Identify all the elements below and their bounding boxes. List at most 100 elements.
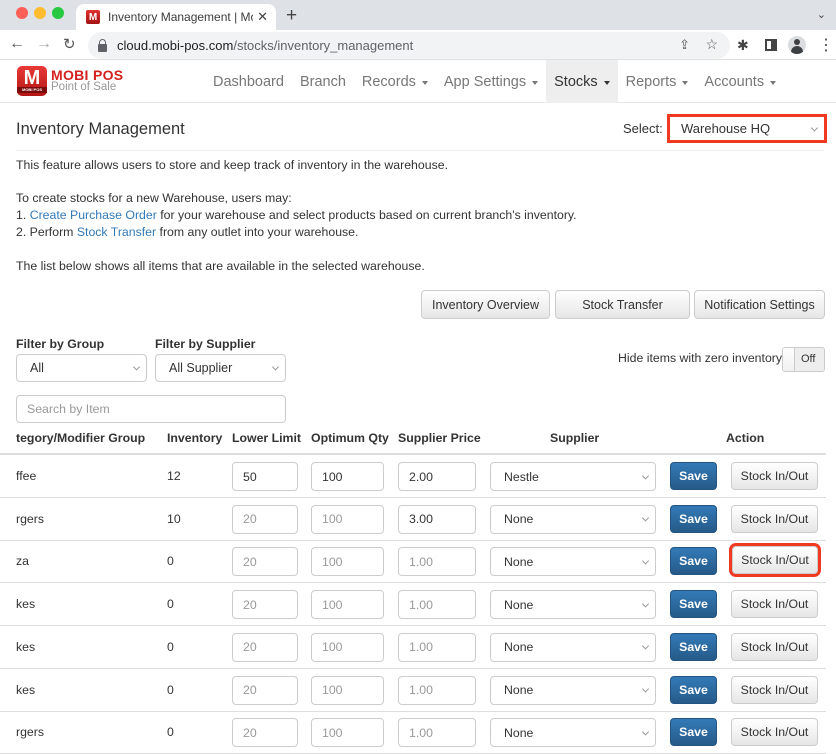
back-arrow-icon[interactable]: ← (9, 35, 25, 53)
supplier-select[interactable]: None (490, 590, 656, 620)
save-button[interactable]: Save (670, 590, 717, 619)
nav-reports[interactable]: Reports (618, 60, 697, 103)
chevron-down-icon (271, 363, 280, 371)
save-button[interactable]: Save (670, 632, 717, 661)
window-close-button[interactable] (16, 7, 28, 19)
description-line-2: To create stocks for a new Warehouse, us… (16, 191, 292, 205)
supplier-select[interactable]: Nestle (490, 462, 656, 491)
stock-transfer-link[interactable]: Stock Transfer (77, 225, 156, 239)
save-button[interactable]: Save (670, 675, 717, 704)
browser-tab[interactable]: M Inventory Management | MobiPOS ✕ (76, 4, 276, 30)
nav-accounts[interactable]: Accounts (696, 60, 784, 103)
nav-stocks[interactable]: Stocks (546, 60, 618, 103)
table-row: kes 0 None Save Stock In/Out (0, 583, 826, 627)
notification-settings-button[interactable]: Notification Settings (694, 290, 825, 319)
table-row: kes 0 None Save Stock In/Out (0, 626, 826, 669)
nav-branch[interactable]: Branch (292, 60, 354, 103)
chevron-down-icon (641, 728, 650, 736)
save-button[interactable]: Save (670, 718, 717, 747)
table-row: za 0 None Save Stock In/Out (0, 540, 826, 584)
browser-toolbar: ← → ↻ cloud.mobi-pos.com/stocks/inventor… (0, 30, 836, 60)
stock-in-out-button[interactable]: Stock In/Out (729, 543, 821, 578)
window-minimize-button[interactable] (34, 7, 46, 19)
optimum-qty-input[interactable] (311, 504, 384, 534)
toggle-knob (783, 348, 795, 371)
supplier-select[interactable]: None (490, 632, 656, 662)
tab-search-chevron-icon[interactable]: ⌄ (817, 8, 826, 21)
toggle-state: Off (801, 353, 816, 365)
description-step-1: 1. Create Purchase Order for your wareho… (16, 208, 577, 222)
search-item-input[interactable] (16, 395, 286, 423)
nav-dashboard[interactable]: Dashboard (205, 60, 292, 103)
new-tab-button[interactable]: + (286, 5, 297, 27)
lower-limit-input[interactable] (232, 462, 298, 491)
supplier-select[interactable]: None (490, 547, 656, 577)
optimum-qty-input[interactable] (311, 547, 384, 577)
lower-limit-input[interactable] (232, 718, 298, 748)
cell-inventory: 0 (167, 725, 174, 740)
lower-limit-input[interactable] (232, 504, 298, 534)
lower-limit-input[interactable] (232, 590, 298, 620)
lock-icon (98, 38, 107, 52)
window-maximize-button[interactable] (52, 7, 64, 19)
stock-transfer-button[interactable]: Stock Transfer (555, 290, 690, 319)
supplier-price-input[interactable] (398, 675, 476, 705)
stock-in-out-button[interactable]: Stock In/Out (731, 632, 818, 661)
cell-inventory: 10 (167, 511, 181, 526)
lower-limit-input[interactable] (232, 632, 298, 662)
lower-limit-input[interactable] (232, 547, 298, 577)
tab-close-icon[interactable]: ✕ (257, 9, 268, 25)
extensions-puzzle-icon[interactable]: ✱ (737, 37, 749, 54)
chevron-down-icon (641, 471, 650, 480)
stock-in-out-button[interactable]: Stock In/Out (731, 675, 818, 704)
warehouse-select-value: Warehouse HQ (681, 121, 771, 136)
url-path: /stocks/inventory_management (233, 38, 414, 53)
hide-zero-inventory-toggle[interactable]: Off (782, 347, 825, 372)
browser-menu-kebab-icon[interactable]: ⋮ (818, 35, 834, 55)
bookmark-star-icon[interactable]: ☆ (705, 36, 718, 53)
create-purchase-order-link[interactable]: Create Purchase Order (30, 208, 157, 222)
favicon-icon: M (86, 10, 100, 24)
supplier-price-input[interactable] (398, 504, 476, 534)
forward-arrow-icon[interactable]: → (36, 35, 52, 53)
reload-icon[interactable]: ↻ (63, 35, 76, 53)
logo-mark-icon: M MOBI POS (17, 66, 47, 96)
mobi-pos-logo[interactable]: M MOBI POS MOBI POS Point of Sale (17, 66, 123, 96)
supplier-price-input[interactable] (398, 590, 476, 620)
warehouse-select[interactable]: Warehouse HQ (667, 114, 827, 143)
share-icon[interactable]: ⇪ (679, 37, 690, 53)
lower-limit-input[interactable] (232, 675, 298, 705)
optimum-qty-input[interactable] (311, 590, 384, 620)
supplier-select[interactable]: None (490, 718, 656, 748)
stock-in-out-button[interactable]: Stock In/Out (731, 504, 818, 533)
stock-in-out-button[interactable]: Stock In/Out (731, 590, 818, 619)
supplier-price-input[interactable] (398, 547, 476, 577)
supplier-price-input[interactable] (398, 718, 476, 748)
cell-category: rgers (16, 725, 45, 740)
cell-category: rgers (16, 511, 45, 526)
nav-records[interactable]: Records (354, 60, 436, 103)
profile-avatar-icon[interactable] (788, 36, 806, 54)
filter-group-select[interactable]: All (16, 354, 147, 382)
supplier-price-input[interactable] (398, 462, 476, 491)
save-button[interactable]: Save (670, 462, 717, 490)
optimum-qty-input[interactable] (311, 718, 384, 748)
optimum-qty-input[interactable] (311, 675, 384, 705)
stock-in-out-button[interactable]: Stock In/Out (731, 462, 818, 490)
cell-category: kes (16, 682, 36, 697)
save-button[interactable]: Save (670, 504, 717, 533)
supplier-select[interactable]: None (490, 675, 656, 705)
stock-in-out-button[interactable]: Stock In/Out (731, 718, 818, 747)
chevron-down-icon (132, 363, 141, 371)
save-button[interactable]: Save (670, 547, 717, 576)
supplier-select[interactable]: None (490, 504, 656, 534)
address-bar[interactable]: cloud.mobi-pos.com/stocks/inventory_mana… (88, 32, 730, 59)
supplier-price-input[interactable] (398, 632, 476, 662)
optimum-qty-input[interactable] (311, 632, 384, 662)
side-panel-icon[interactable] (765, 39, 777, 51)
inventory-overview-button[interactable]: Inventory Overview (421, 290, 550, 319)
nav-app-settings[interactable]: App Settings (436, 60, 546, 103)
optimum-qty-input[interactable] (311, 462, 384, 491)
filter-supplier-select[interactable]: All Supplier (155, 354, 286, 382)
header-lower-limit: Lower Limit (232, 431, 302, 445)
